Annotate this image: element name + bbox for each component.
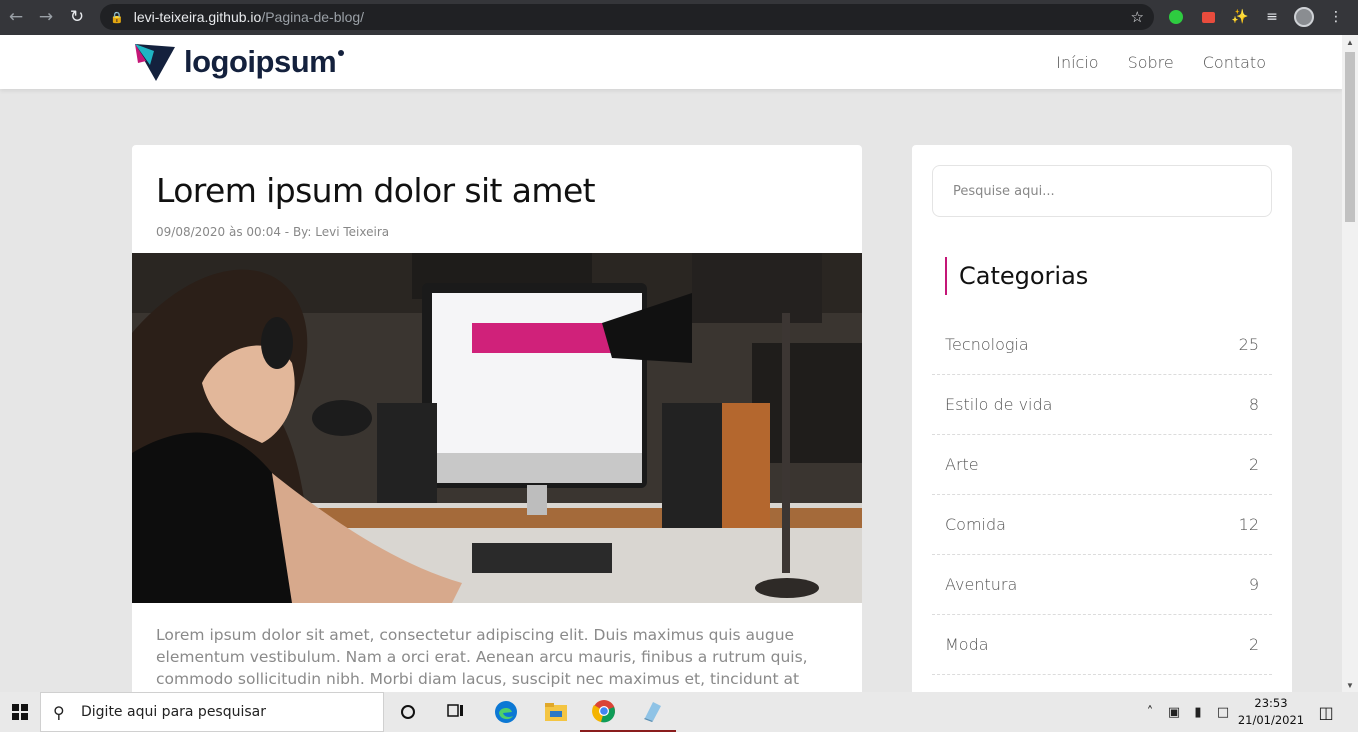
- bookmark-star-icon[interactable]: ☆: [1131, 8, 1144, 26]
- taskbar-search[interactable]: ⚲ Digite aqui para pesquisar: [40, 692, 384, 732]
- category-name: Comida: [945, 515, 1006, 534]
- tray-device-icon[interactable]: ▣: [1164, 692, 1184, 732]
- category-item[interactable]: Arte 2: [932, 435, 1272, 495]
- edge-icon[interactable]: [482, 692, 530, 732]
- nav-contato[interactable]: Contato: [1203, 53, 1266, 72]
- category-name: Aventura: [945, 575, 1018, 594]
- category-count: 2: [1248, 635, 1259, 654]
- category-item[interactable]: Comida 12: [932, 495, 1272, 555]
- category-name: Estilo de vida: [945, 395, 1053, 414]
- category-item[interactable]: Aventura 9: [932, 555, 1272, 615]
- extension-green-icon[interactable]: [1165, 6, 1187, 28]
- url-host: levi-teixeira.github.io: [133, 9, 262, 25]
- categories-list: Tecnologia 25 Estilo de vida 8 Arte 2 Co…: [932, 315, 1272, 675]
- notification-icon[interactable]: ◫: [1312, 692, 1340, 732]
- forward-icon[interactable]: →: [32, 3, 60, 31]
- extension-red-icon[interactable]: [1197, 6, 1219, 28]
- article-card: Lorem ipsum dolor sit amet 09/08/2020 às…: [132, 145, 862, 705]
- nav-sobre[interactable]: Sobre: [1128, 53, 1174, 72]
- category-count: 9: [1248, 575, 1259, 594]
- avatar[interactable]: [1293, 6, 1315, 28]
- notepad-icon[interactable]: [628, 692, 676, 732]
- taskbar-search-placeholder: Digite aqui para pesquisar: [81, 704, 267, 720]
- address-bar[interactable]: 🔒 levi-teixeira.github.io/Pagina-de-blog…: [100, 4, 1154, 30]
- clock-date: 21/01/2021: [1237, 713, 1305, 727]
- logo-mark-icon: [135, 44, 175, 81]
- page-scrollbar[interactable]: ▲ ▼: [1342, 35, 1358, 692]
- chrome-icon[interactable]: [580, 692, 628, 732]
- clock-time: 23:53: [1254, 696, 1288, 710]
- puzzle-icon[interactable]: ✨: [1229, 6, 1251, 28]
- category-count: 12: [1238, 515, 1259, 534]
- logo[interactable]: logoipsum: [132, 41, 345, 83]
- network-icon[interactable]: □: [1212, 692, 1234, 732]
- media-queue-icon[interactable]: ≡: [1261, 6, 1283, 28]
- article-meta: 09/08/2020 às 00:04 - By: Levi Teixeira: [156, 225, 390, 239]
- task-view-icon[interactable]: [432, 692, 480, 732]
- category-item[interactable]: Estilo de vida 8: [932, 375, 1272, 435]
- battery-icon[interactable]: ▮: [1188, 692, 1208, 732]
- category-item[interactable]: Moda 2: [932, 615, 1272, 675]
- search-input[interactable]: [932, 165, 1272, 217]
- category-name: Moda: [945, 635, 989, 654]
- scroll-thumb[interactable]: [1345, 52, 1355, 222]
- category-name: Arte: [945, 455, 979, 474]
- browser-toolbar: ← → ↻ 🔒 levi-teixeira.github.io/Pagina-d…: [0, 0, 1358, 35]
- nav-inicio[interactable]: Início: [1056, 53, 1098, 72]
- taskbar: ⚲ Digite aqui para pesquisar ˄ ▣ ▮ □ 23:…: [0, 692, 1358, 732]
- url-path: /Pagina-de-blog/: [261, 9, 365, 25]
- menu-kebab-icon[interactable]: ⋮: [1325, 6, 1347, 28]
- windows-start-icon[interactable]: [0, 692, 40, 732]
- category-item[interactable]: Tecnologia 25: [932, 315, 1272, 375]
- logo-text: logoipsum: [184, 44, 337, 79]
- lock-icon: 🔒: [110, 10, 124, 24]
- scroll-down-icon[interactable]: ▼: [1342, 678, 1358, 692]
- reload-icon[interactable]: ↻: [63, 3, 91, 31]
- article-image: [132, 253, 862, 603]
- sidebar: Categorias Tecnologia 25 Estilo de vida …: [912, 145, 1292, 705]
- logo-dot: [338, 50, 345, 56]
- categories-heading: Categorias: [945, 257, 1088, 295]
- file-explorer-icon[interactable]: [532, 692, 580, 732]
- site-header: logoipsum Início Sobre Contato: [0, 35, 1342, 89]
- back-icon[interactable]: ←: [2, 3, 30, 31]
- category-count: 25: [1238, 335, 1259, 354]
- scroll-up-icon[interactable]: ▲: [1342, 35, 1358, 49]
- category-count: 2: [1248, 455, 1259, 474]
- main-nav: Início Sobre Contato: [1056, 35, 1266, 89]
- article-title[interactable]: Lorem ipsum dolor sit amet: [156, 171, 596, 210]
- category-name: Tecnologia: [945, 335, 1029, 354]
- cortana-icon[interactable]: [384, 692, 432, 732]
- tray-chevron-icon[interactable]: ˄: [1140, 692, 1160, 732]
- search-icon: ⚲: [53, 703, 65, 722]
- category-count: 8: [1248, 395, 1259, 414]
- taskbar-clock[interactable]: 23:53 21/01/2021: [1236, 695, 1306, 729]
